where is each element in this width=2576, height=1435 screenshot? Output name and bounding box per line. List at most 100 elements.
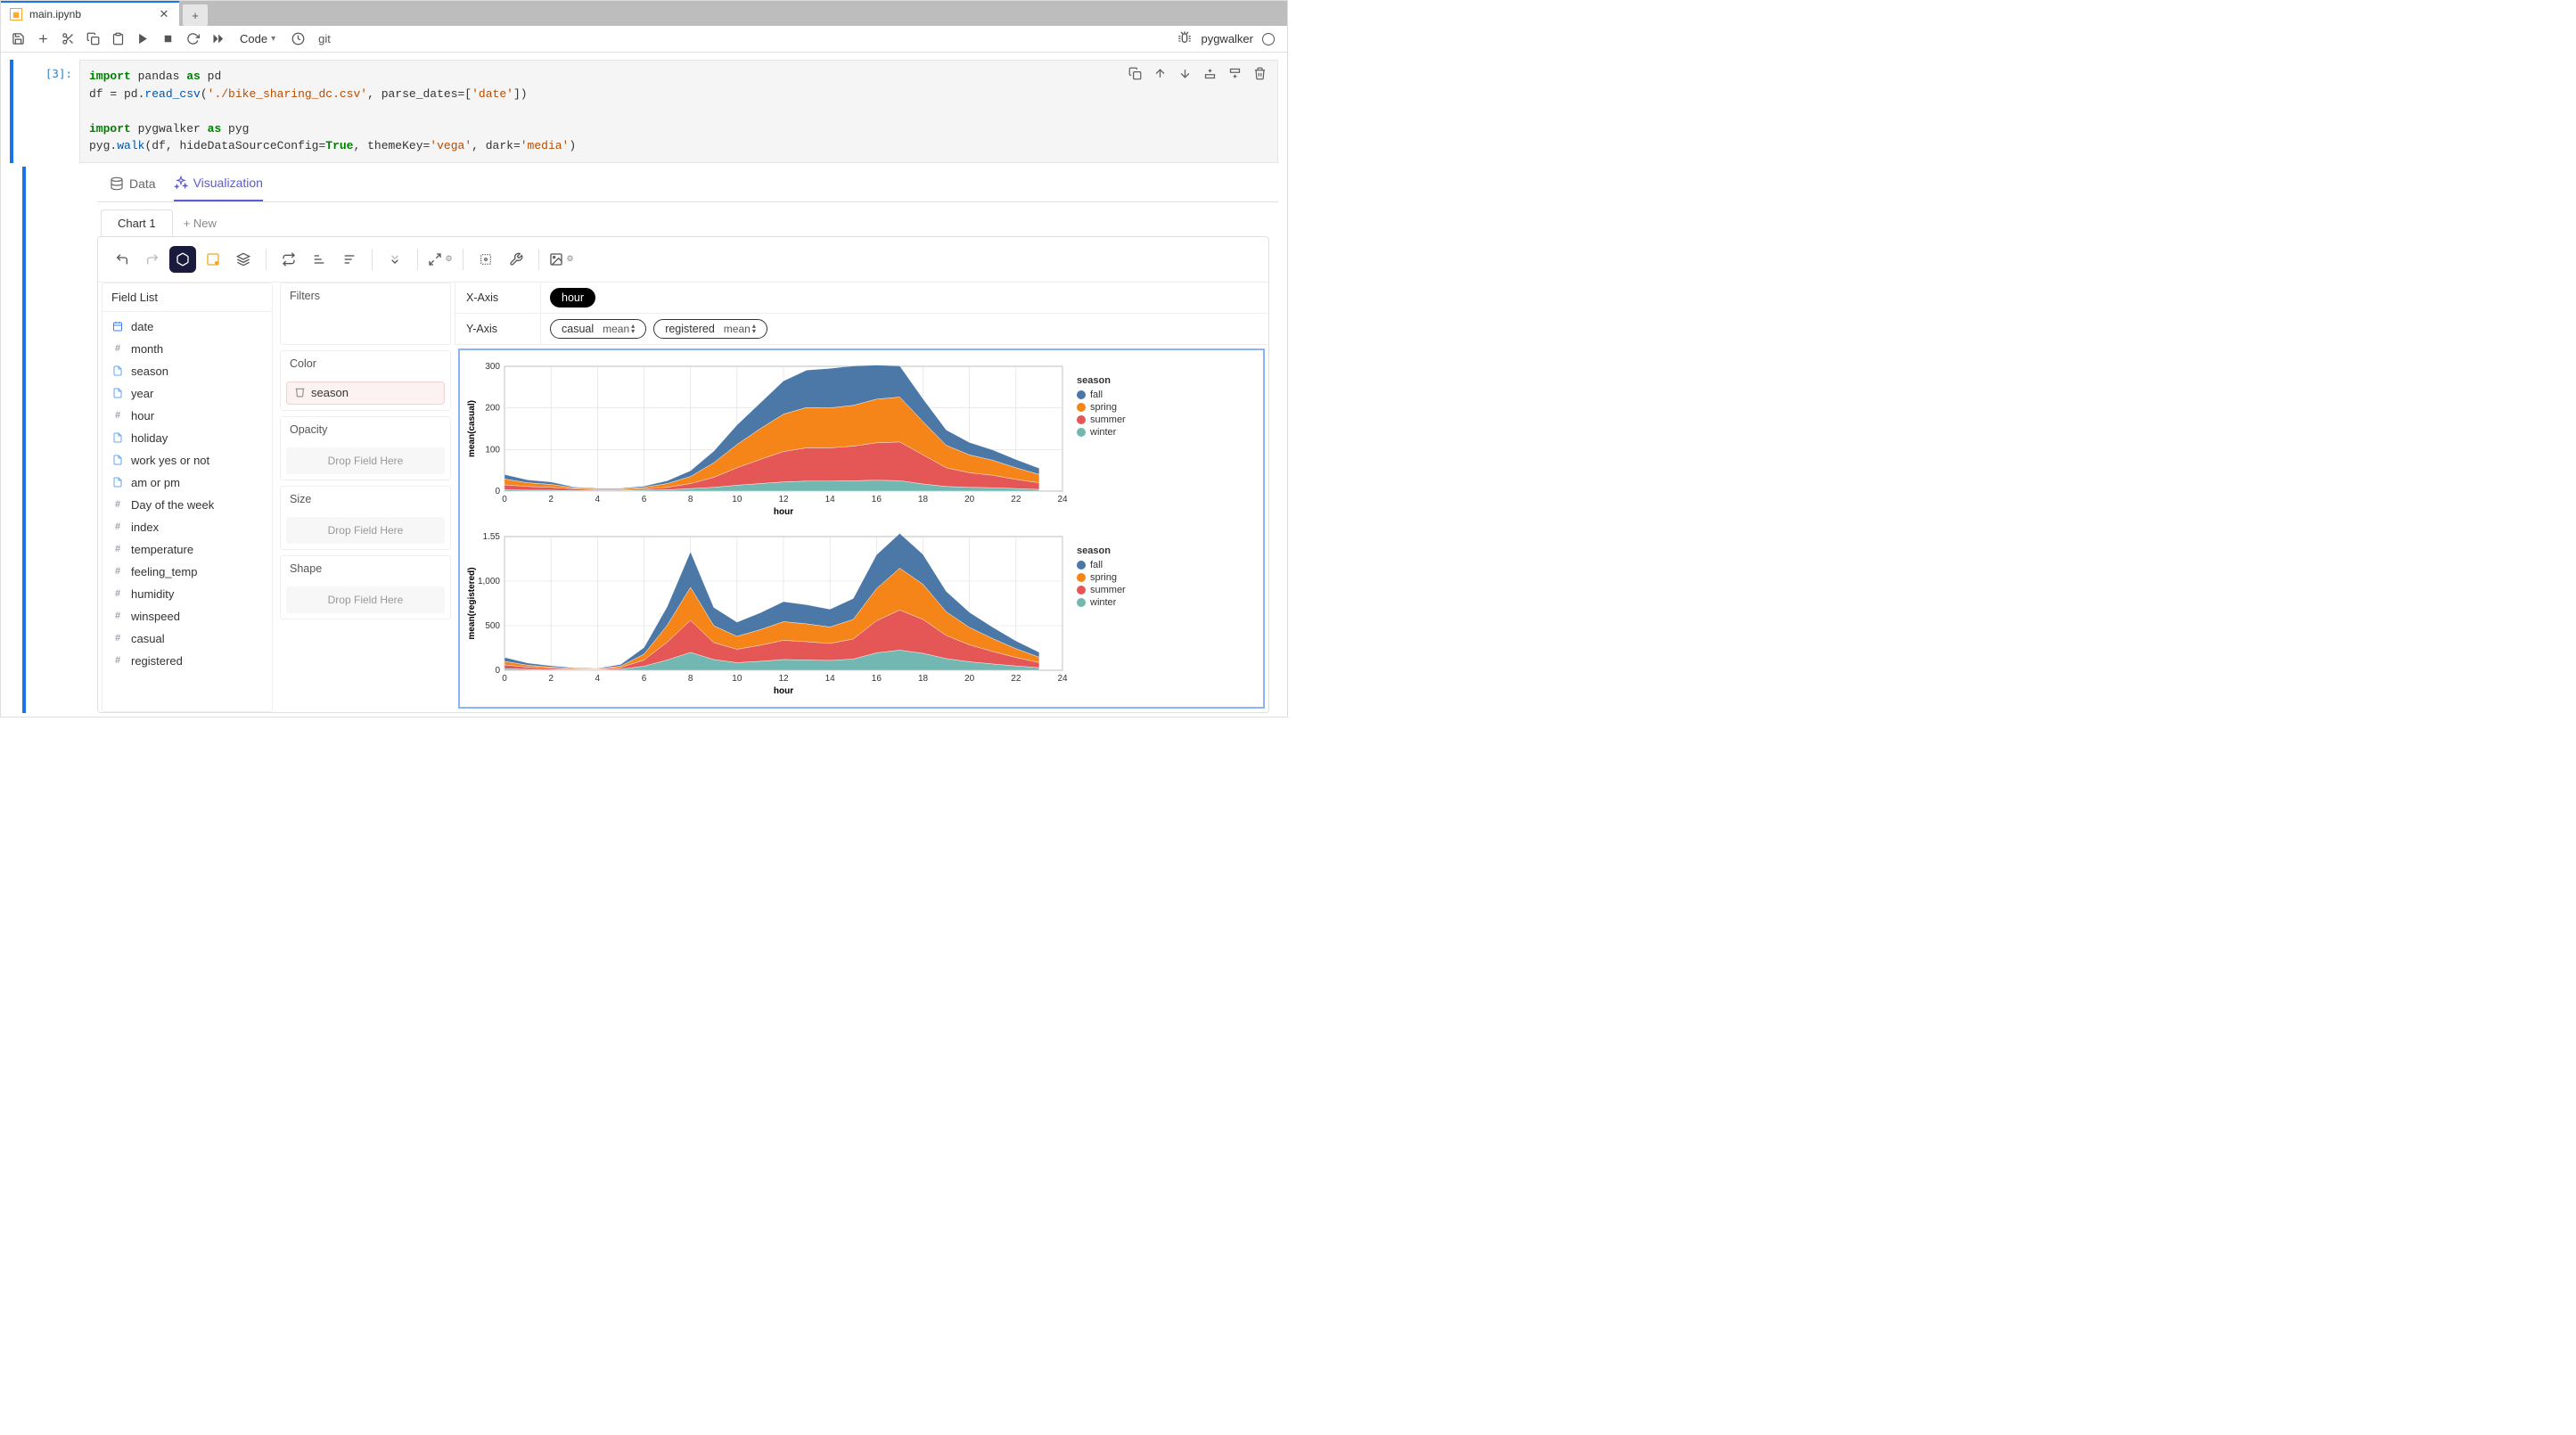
pill-label: casual — [562, 323, 594, 335]
move-up-button[interactable] — [1152, 65, 1168, 81]
field-item[interactable]: #temperature — [103, 538, 272, 561]
sort-desc-button[interactable] — [336, 246, 363, 273]
dropzone[interactable]: Drop Field Here — [286, 517, 445, 544]
svg-text:22: 22 — [1011, 495, 1021, 504]
undo-button[interactable] — [109, 246, 135, 273]
stack-button[interactable] — [230, 246, 257, 273]
code-cell[interactable]: [3]: import pandas as pd df = pd.read_cs… — [10, 60, 1278, 163]
mark-type-button[interactable] — [200, 246, 226, 273]
insert-above-button[interactable] — [1202, 65, 1218, 81]
cell-gutter — [10, 60, 13, 163]
filters-shelf[interactable]: Filters — [280, 283, 451, 345]
copy-button[interactable] — [81, 29, 104, 50]
run-button[interactable] — [131, 29, 154, 50]
field-item[interactable]: year — [103, 382, 272, 405]
field-item[interactable]: #hour — [103, 405, 272, 427]
field-item[interactable]: #humidity — [103, 583, 272, 605]
tab-viz-label: Visualization — [193, 176, 263, 190]
color-pill[interactable]: season — [286, 381, 445, 405]
legend-swatch — [1077, 573, 1086, 582]
field-item[interactable]: am or pm — [103, 472, 272, 494]
field-item[interactable]: #index — [103, 516, 272, 538]
pygwalker-tabs: Data Visualization — [97, 167, 1278, 202]
legend-item[interactable]: summer — [1077, 585, 1126, 595]
cell-code[interactable]: import pandas as pd df = pd.read_csv('./… — [79, 60, 1278, 163]
sort-asc-button[interactable] — [306, 246, 332, 273]
field-item[interactable]: #winspeed — [103, 605, 272, 627]
layout-mode-button[interactable]: ⚙ — [427, 246, 454, 273]
cell-type-select[interactable]: Code ▾ — [234, 32, 281, 45]
field-item[interactable]: work yes or not — [103, 449, 272, 472]
cell-type-label: Code — [240, 32, 267, 45]
field-item[interactable]: #month — [103, 338, 272, 360]
pill-agg[interactable]: mean▴▾ — [603, 323, 635, 335]
kernel-name[interactable]: pygwalker — [1201, 32, 1253, 45]
pill-agg[interactable]: mean▴▾ — [724, 323, 756, 335]
field-item[interactable]: #casual — [103, 627, 272, 650]
tab-visualization[interactable]: Visualization — [174, 166, 263, 201]
close-icon[interactable]: ✕ — [158, 8, 170, 20]
trash-icon[interactable] — [294, 386, 306, 400]
svg-text:2: 2 — [548, 674, 554, 684]
x-axis-pill[interactable]: hour — [550, 288, 595, 308]
duplicate-cell-button[interactable] — [1127, 65, 1143, 81]
stop-button[interactable] — [156, 29, 179, 50]
paste-button[interactable] — [106, 29, 129, 50]
color-shelf[interactable]: Color season — [280, 350, 451, 411]
git-label[interactable]: git — [318, 32, 331, 45]
coord-system-button[interactable] — [472, 246, 499, 273]
legend-item[interactable]: fall — [1077, 390, 1126, 400]
legend-item[interactable]: spring — [1077, 402, 1126, 413]
export-button[interactable]: ⚙ — [548, 246, 575, 273]
tab-data[interactable]: Data — [110, 166, 156, 201]
debug-icon[interactable] — [1177, 30, 1192, 47]
file-tab-main[interactable]: ▦ main.ipynb ✕ — [1, 1, 179, 26]
opacity-shelf[interactable]: Opacity Drop Field Here — [280, 416, 451, 480]
y-axis-pill-casual[interactable]: casual mean▴▾ — [550, 319, 646, 339]
size-shelf[interactable]: Size Drop Field Here — [280, 486, 451, 550]
timing-button[interactable] — [286, 29, 309, 50]
chart-tab-1[interactable]: Chart 1 — [101, 209, 173, 236]
redo-button[interactable] — [139, 246, 166, 273]
chart-tab-new[interactable]: + New — [173, 210, 227, 236]
field-item[interactable]: #Day of the week — [103, 494, 272, 516]
save-button[interactable] — [6, 29, 29, 50]
legend-item[interactable]: summer — [1077, 414, 1126, 425]
x-axis-label: X-Axis — [455, 283, 541, 313]
field-item[interactable]: date — [103, 316, 272, 338]
svg-text:14: 14 — [825, 674, 836, 684]
svg-text:300: 300 — [485, 362, 500, 372]
field-item[interactable]: #feeling_temp — [103, 561, 272, 583]
insert-below-button[interactable] — [1226, 65, 1243, 81]
dropzone[interactable]: Drop Field Here — [286, 447, 445, 474]
axis-resize-button[interactable] — [381, 246, 408, 273]
legend-item[interactable]: fall — [1077, 560, 1126, 570]
delete-cell-button[interactable] — [1251, 65, 1267, 81]
run-all-button[interactable] — [206, 29, 229, 50]
move-down-button[interactable] — [1177, 65, 1193, 81]
aggregate-button[interactable] — [169, 246, 196, 273]
svg-text:20: 20 — [964, 674, 975, 684]
svg-text:18: 18 — [918, 495, 929, 504]
svg-text:18: 18 — [918, 674, 929, 684]
transpose-button[interactable] — [275, 246, 302, 273]
field-item[interactable]: #registered — [103, 650, 272, 672]
legend-label: fall — [1090, 390, 1103, 400]
svg-text:8: 8 — [688, 495, 693, 504]
field-name: registered — [131, 654, 183, 668]
axis-chart-area: X-Axis hour Y-Axis casual mean▴▾ — [455, 283, 1268, 712]
y-axis-pill-registered[interactable]: registered mean▴▾ — [653, 319, 767, 339]
restart-button[interactable] — [181, 29, 204, 50]
shape-shelf[interactable]: Shape Drop Field Here — [280, 555, 451, 619]
legend-item[interactable]: winter — [1077, 597, 1126, 608]
legend-item[interactable]: spring — [1077, 572, 1126, 583]
cut-button[interactable] — [56, 29, 79, 50]
notebook-toolbar: Code ▾ git pygwalker — [1, 26, 1287, 53]
debug-button[interactable] — [503, 246, 529, 273]
legend-item[interactable]: winter — [1077, 427, 1126, 438]
dropzone[interactable]: Drop Field Here — [286, 586, 445, 613]
field-item[interactable]: holiday — [103, 427, 272, 449]
new-tab-button[interactable]: + — [183, 4, 208, 26]
field-item[interactable]: season — [103, 360, 272, 382]
add-cell-button[interactable] — [31, 29, 54, 50]
